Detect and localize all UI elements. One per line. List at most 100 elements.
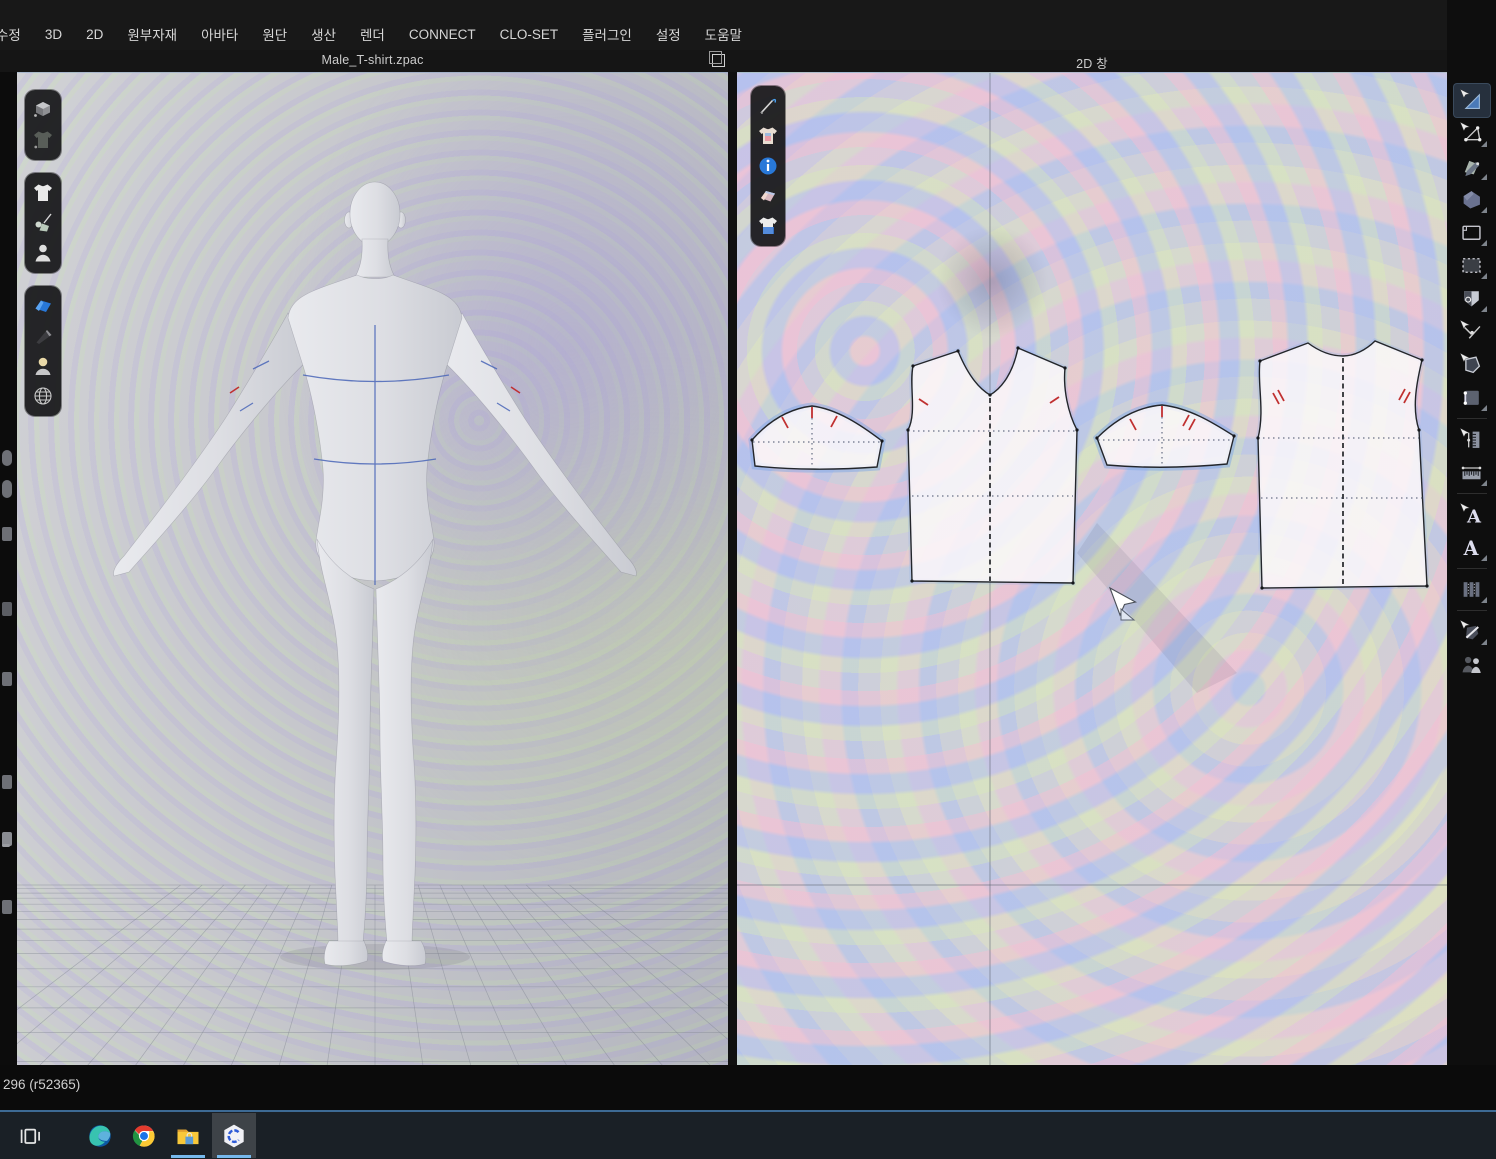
clone-avatar-tool-button[interactable] bbox=[1454, 648, 1490, 681]
menu-item-production[interactable]: 생산 bbox=[299, 24, 348, 44]
clipped-icon[interactable] bbox=[2, 602, 12, 616]
svg-text:A: A bbox=[1466, 506, 1482, 527]
fabric-blue-tool-button[interactable] bbox=[28, 291, 58, 321]
garment-tshirt-tool-button[interactable] bbox=[28, 178, 58, 208]
svg-text:A: A bbox=[1463, 537, 1480, 560]
ruler-tool-button[interactable] bbox=[1454, 456, 1490, 489]
pen-polygon-icon bbox=[1458, 153, 1485, 180]
spotlight-tool-button[interactable] bbox=[28, 321, 58, 351]
toolbar-divider bbox=[1457, 610, 1487, 611]
collapse-arrow-icon[interactable] bbox=[2, 844, 10, 847]
info-icon bbox=[756, 154, 780, 178]
toolbar-2d-modes bbox=[751, 86, 785, 259]
polygon-icon bbox=[1458, 186, 1485, 213]
garment-color-tool-button[interactable] bbox=[754, 121, 782, 151]
shadow-streak bbox=[1077, 523, 1237, 693]
menu-item-help[interactable]: 도움말 bbox=[693, 24, 754, 44]
clone-avatar-icon bbox=[1458, 651, 1485, 678]
clipped-icon[interactable] bbox=[2, 480, 12, 498]
taskbar-edge-button[interactable] bbox=[78, 1113, 122, 1158]
menu-item-settings[interactable]: 설정 bbox=[644, 24, 693, 44]
text-tool-button[interactable]: A bbox=[1454, 531, 1490, 564]
text-icon: A bbox=[1458, 534, 1485, 561]
transform-pattern-icon bbox=[1458, 87, 1485, 114]
garment-color-icon bbox=[756, 124, 780, 148]
pattern-2d-scene bbox=[737, 73, 1447, 1066]
render-box-icon bbox=[31, 98, 55, 122]
render-box-tool-button[interactable] bbox=[28, 95, 58, 125]
info-tool-button[interactable] bbox=[754, 151, 782, 181]
trace-poly-icon bbox=[1458, 351, 1485, 378]
clipped-icon[interactable] bbox=[2, 672, 12, 686]
menu-item-clo-set[interactable]: CLO-SET bbox=[488, 27, 571, 42]
avatar-bust-icon bbox=[31, 354, 55, 378]
edge-icon bbox=[86, 1122, 114, 1150]
needle-thread-tool-button[interactable] bbox=[754, 91, 782, 121]
avatar-bust-tool-button[interactable] bbox=[28, 351, 58, 381]
tab-2d-window-title[interactable]: 2D 창 bbox=[737, 53, 1447, 72]
toolbar-divider bbox=[1457, 418, 1487, 419]
taskbar-clo3d-button[interactable] bbox=[212, 1113, 256, 1158]
fabric-fold-icon bbox=[756, 184, 780, 208]
avatar-person-tool-button[interactable] bbox=[28, 238, 58, 268]
file-explorer-icon bbox=[174, 1122, 202, 1150]
menu-item-2d[interactable]: 2D bbox=[74, 27, 115, 42]
menu-item-trims[interactable]: 원부자재 bbox=[115, 24, 189, 44]
toolbar-3d-group bbox=[25, 173, 61, 273]
edit-pattern-icon bbox=[1458, 120, 1485, 147]
polygon-tool-button[interactable] bbox=[1454, 183, 1490, 216]
left-edge-toolbar bbox=[0, 72, 17, 1065]
menu-item-plugin[interactable]: 플러그인 bbox=[570, 24, 644, 44]
globe-icon bbox=[31, 384, 55, 408]
clone-check-tool-button[interactable] bbox=[1454, 615, 1490, 648]
menu-item-render[interactable]: 렌더 bbox=[348, 24, 397, 44]
menu-item-edit[interactable]: 수정 bbox=[0, 24, 33, 44]
cut-cross-tool-button[interactable] bbox=[1454, 315, 1490, 348]
garment-dark-tool-button[interactable] bbox=[28, 125, 58, 155]
dart-tool-button[interactable] bbox=[1454, 282, 1490, 315]
menu-item-avatar[interactable]: 아바타 bbox=[189, 24, 250, 44]
menu-item-fabric[interactable]: 원단 bbox=[250, 24, 299, 44]
toolbar-divider bbox=[1457, 568, 1487, 569]
toolbar-2d-group bbox=[751, 86, 785, 246]
text-edit-tool-button[interactable]: A bbox=[1454, 498, 1490, 531]
edit-pattern-tool-button[interactable] bbox=[1454, 117, 1490, 150]
rectangle-icon bbox=[1458, 219, 1485, 246]
menu-item-3d[interactable]: 3D bbox=[33, 27, 74, 42]
menu-item-connect[interactable]: CONNECT bbox=[397, 27, 488, 42]
sewing-tools-tool-button[interactable] bbox=[28, 208, 58, 238]
globe-tool-button[interactable] bbox=[28, 381, 58, 411]
clipped-icon[interactable] bbox=[2, 450, 12, 466]
needle-thread-icon bbox=[756, 94, 780, 118]
garment-tshirt-icon bbox=[31, 181, 55, 205]
dart-icon bbox=[1458, 285, 1485, 312]
clipped-icon[interactable] bbox=[2, 775, 12, 789]
pleats-icon bbox=[1458, 576, 1485, 603]
menu-bar: 수정3D2D원부자재아바타원단생산렌더CONNECTCLO-SET플러그인설정도… bbox=[0, 0, 1496, 50]
seam-tool-button[interactable] bbox=[1454, 381, 1490, 414]
viewport-3d[interactable] bbox=[17, 72, 728, 1066]
task-view-icon bbox=[16, 1122, 44, 1150]
garment-dark-icon bbox=[31, 128, 55, 152]
tab-3d-window-title[interactable]: Male_T-shirt.zpac bbox=[17, 53, 728, 67]
fabric-fold-tool-button[interactable] bbox=[754, 181, 782, 211]
taskbar-file-explorer-button[interactable] bbox=[166, 1113, 210, 1158]
taskbar-chrome-button[interactable] bbox=[122, 1113, 166, 1158]
viewport-2d[interactable] bbox=[737, 72, 1447, 1066]
taskbar-items bbox=[0, 1112, 1496, 1158]
transform-pattern-tool-button[interactable] bbox=[1454, 84, 1490, 117]
restore-window-icon[interactable] bbox=[712, 54, 725, 67]
trace-rect-tool-button[interactable] bbox=[1454, 249, 1490, 282]
pleats-tool-button[interactable] bbox=[1454, 573, 1490, 606]
trace-poly-tool-button[interactable] bbox=[1454, 348, 1490, 381]
rectangle-tool-button[interactable] bbox=[1454, 216, 1490, 249]
notch-ruler-tool-button[interactable] bbox=[1454, 423, 1490, 456]
piece-front-bodice bbox=[908, 348, 1077, 583]
clipped-icon[interactable] bbox=[2, 900, 12, 914]
garment-blue-tool-button[interactable] bbox=[754, 211, 782, 241]
clipped-icon[interactable] bbox=[2, 527, 12, 541]
garment-blue-icon bbox=[756, 214, 780, 238]
taskbar-task-view-button[interactable] bbox=[8, 1113, 52, 1158]
status-bar: 296 (r52365) bbox=[0, 1065, 1496, 1110]
pen-polygon-tool-button[interactable] bbox=[1454, 150, 1490, 183]
